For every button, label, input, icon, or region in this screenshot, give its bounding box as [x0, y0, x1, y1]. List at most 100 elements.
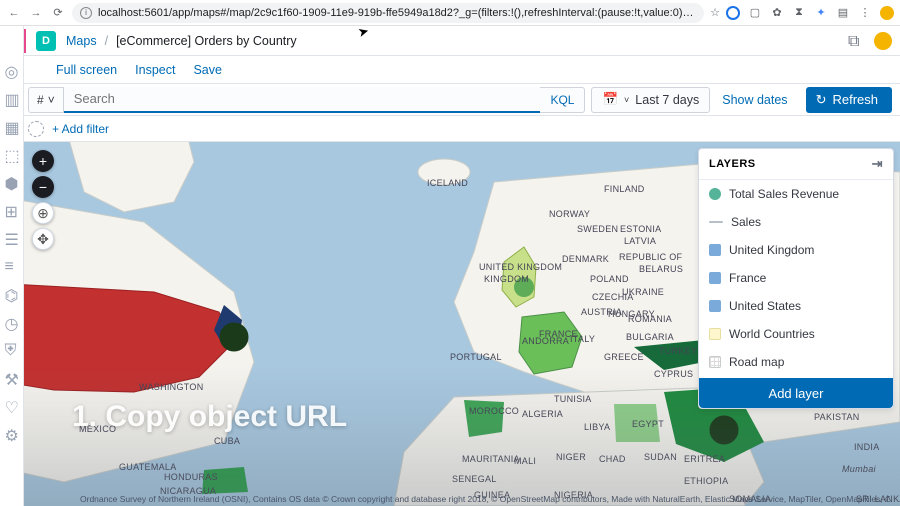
nav-management-icon[interactable]: ⚙	[5, 426, 19, 440]
ext-icon-4[interactable]: ⧗	[792, 6, 806, 20]
nav-maps-icon[interactable]: ⬢	[5, 174, 19, 188]
nav-visualize-icon[interactable]: ▥	[5, 90, 19, 104]
svg-text:ERITREA: ERITREA	[684, 454, 725, 464]
extension-icons: ▢ ✿ ⧗ ✦ ▤ ⋮	[726, 6, 894, 20]
svg-text:Washington: Washington	[139, 382, 204, 392]
layer-swatch-icon	[709, 300, 721, 312]
layer-label: United States	[729, 299, 801, 313]
refresh-button[interactable]: ↻ Refresh	[806, 87, 892, 113]
ext-icon-6[interactable]: ▤	[836, 6, 850, 20]
svg-text:ESTONIA: ESTONIA	[620, 224, 661, 234]
fit-bounds-button[interactable]: ⊕	[32, 202, 54, 224]
svg-text:ALGERIA: ALGERIA	[522, 409, 563, 419]
svg-text:CZECHIA: CZECHIA	[592, 292, 634, 302]
layer-swatch-icon	[709, 188, 721, 200]
add-filter-link[interactable]: + Add filter	[52, 122, 109, 136]
layer-item[interactable]: Total Sales Revenue	[699, 180, 893, 208]
svg-text:PORTUGAL: PORTUGAL	[450, 352, 502, 362]
back-icon[interactable]: ←	[6, 5, 22, 21]
layer-swatch-icon	[709, 244, 721, 256]
nav-logs-icon[interactable]: ≡	[5, 258, 19, 272]
ext-icon-2[interactable]: ▢	[748, 6, 762, 20]
svg-text:SWEDEN: SWEDEN	[577, 224, 618, 234]
space-badge[interactable]: D	[36, 31, 56, 51]
nav-ml-icon[interactable]: ⊞	[5, 202, 19, 216]
profile-avatar[interactable]	[880, 6, 894, 20]
url-bar[interactable]: i localhost:5601/app/maps#/map/2c9c1f60-…	[72, 3, 704, 23]
svg-text:FINLAND: FINLAND	[604, 184, 645, 194]
user-avatar[interactable]	[874, 32, 892, 50]
layer-item[interactable]: United States	[699, 292, 893, 320]
svg-text:EGYPT: EGYPT	[632, 419, 664, 429]
svg-text:LIBYA: LIBYA	[584, 422, 610, 432]
layer-item[interactable]: United Kingdom	[699, 236, 893, 264]
add-layer-button[interactable]: Add layer	[699, 378, 893, 408]
svg-text:INDIA: INDIA	[854, 442, 880, 452]
refresh-label: Refresh	[832, 92, 878, 107]
forward-icon[interactable]: →	[28, 5, 44, 21]
svg-text:ETHIOPIA: ETHIOPIA	[684, 476, 728, 486]
layer-item[interactable]: World Countries	[699, 320, 893, 348]
nav-dashboard-icon[interactable]: ▦	[5, 118, 19, 132]
svg-text:CHAD: CHAD	[599, 454, 626, 464]
refresh-icon: ↻	[816, 92, 827, 108]
layer-item[interactable]: Sales	[699, 208, 893, 236]
svg-text:SUDAN: SUDAN	[644, 452, 677, 462]
svg-text:KINGDOM: KINGDOM	[484, 274, 529, 284]
filter-icon[interactable]	[28, 121, 44, 137]
map-attribution: Ordnance Survey of Northern Ireland (OSN…	[80, 494, 890, 504]
reload-icon[interactable]: ⟳	[50, 5, 66, 21]
layer-item[interactable]: France	[699, 264, 893, 292]
ext-icon-1[interactable]	[726, 6, 740, 20]
svg-text:TUNISIA: TUNISIA	[554, 394, 592, 404]
nav-dev-icon[interactable]: ⚒	[5, 370, 19, 384]
breadcrumb-app[interactable]: Maps	[66, 34, 97, 48]
fullscreen-link[interactable]: Full screen	[56, 63, 117, 77]
layer-label: France	[729, 271, 766, 285]
kql-toggle[interactable]: KQL	[540, 87, 585, 113]
nav-uptime-icon[interactable]: ◷	[5, 314, 19, 328]
inspect-link[interactable]: Inspect	[135, 63, 175, 77]
svg-text:MOROCCO: MOROCCO	[469, 406, 519, 416]
site-info-icon[interactable]: i	[80, 7, 92, 19]
zoom-out-button[interactable]: −	[32, 176, 54, 198]
svg-text:HONDURAS: HONDURAS	[164, 472, 218, 482]
ext-icon-5[interactable]: ✦	[814, 6, 828, 20]
breadcrumb-sep: /	[105, 34, 108, 48]
layer-label: World Countries	[729, 327, 815, 341]
svg-text:SENEGAL: SENEGAL	[452, 474, 497, 484]
nav-monitoring-icon[interactable]: ♡	[5, 398, 19, 412]
show-dates-link[interactable]: Show dates	[710, 87, 799, 113]
svg-text:ANDORRA: ANDORRA	[522, 336, 569, 346]
zoom-in-button[interactable]: +	[32, 150, 54, 172]
nav-siem-icon[interactable]: ⛨	[5, 342, 19, 356]
layer-item[interactable]: Road map	[699, 348, 893, 376]
menu-icon[interactable]: ⋮	[858, 6, 872, 20]
search-input[interactable]	[64, 87, 541, 113]
side-nav: ◎ ▥ ▦ ⬚ ⬢ ⊞ ☰ ≡ ⌬ ◷ ⛨ ⚒ ♡ ⚙	[0, 26, 24, 506]
compass-button[interactable]: ✥	[32, 228, 54, 250]
svg-text:LATVIA: LATVIA	[624, 236, 656, 246]
bookmark-icon[interactable]: ☆	[710, 6, 720, 19]
save-link[interactable]: Save	[193, 63, 222, 77]
chevron-down-icon: ˅	[624, 95, 629, 105]
app-header: D Maps / [eCommerce] Orders by Country ⧉	[0, 26, 900, 56]
nav-discover-icon[interactable]: ◎	[5, 62, 19, 76]
collapse-icon[interactable]: ⇥	[872, 156, 883, 172]
ext-icon-3[interactable]: ✿	[770, 6, 784, 20]
svg-text:TURKEY: TURKEY	[659, 346, 697, 356]
svg-text:CYPRUS: CYPRUS	[654, 369, 693, 379]
nav-apm-icon[interactable]: ⌬	[5, 286, 19, 300]
breadcrumb-page: [eCommerce] Orders by Country	[116, 34, 297, 48]
browser-chrome: ← → ⟳ i localhost:5601/app/maps#/map/2c9…	[0, 0, 900, 26]
nav-infra-icon[interactable]: ☰	[5, 230, 19, 244]
map-canvas[interactable]: ICELAND FINLAND NORWAY SWEDEN ESTONIA LA…	[24, 142, 900, 506]
url-text: localhost:5601/app/maps#/map/2c9c1f60-19…	[98, 7, 696, 19]
overlay-caption: 1. Copy object URL	[72, 400, 347, 434]
layers-title: LAYERS	[709, 158, 756, 170]
share-icon[interactable]: ⧉	[848, 33, 864, 49]
date-picker[interactable]: 📅˅ Last 7 days	[591, 87, 710, 113]
svg-text:BULGARIA: BULGARIA	[626, 332, 674, 342]
filter-type-button[interactable]: # ˅	[28, 87, 64, 113]
nav-canvas-icon[interactable]: ⬚	[5, 146, 19, 160]
